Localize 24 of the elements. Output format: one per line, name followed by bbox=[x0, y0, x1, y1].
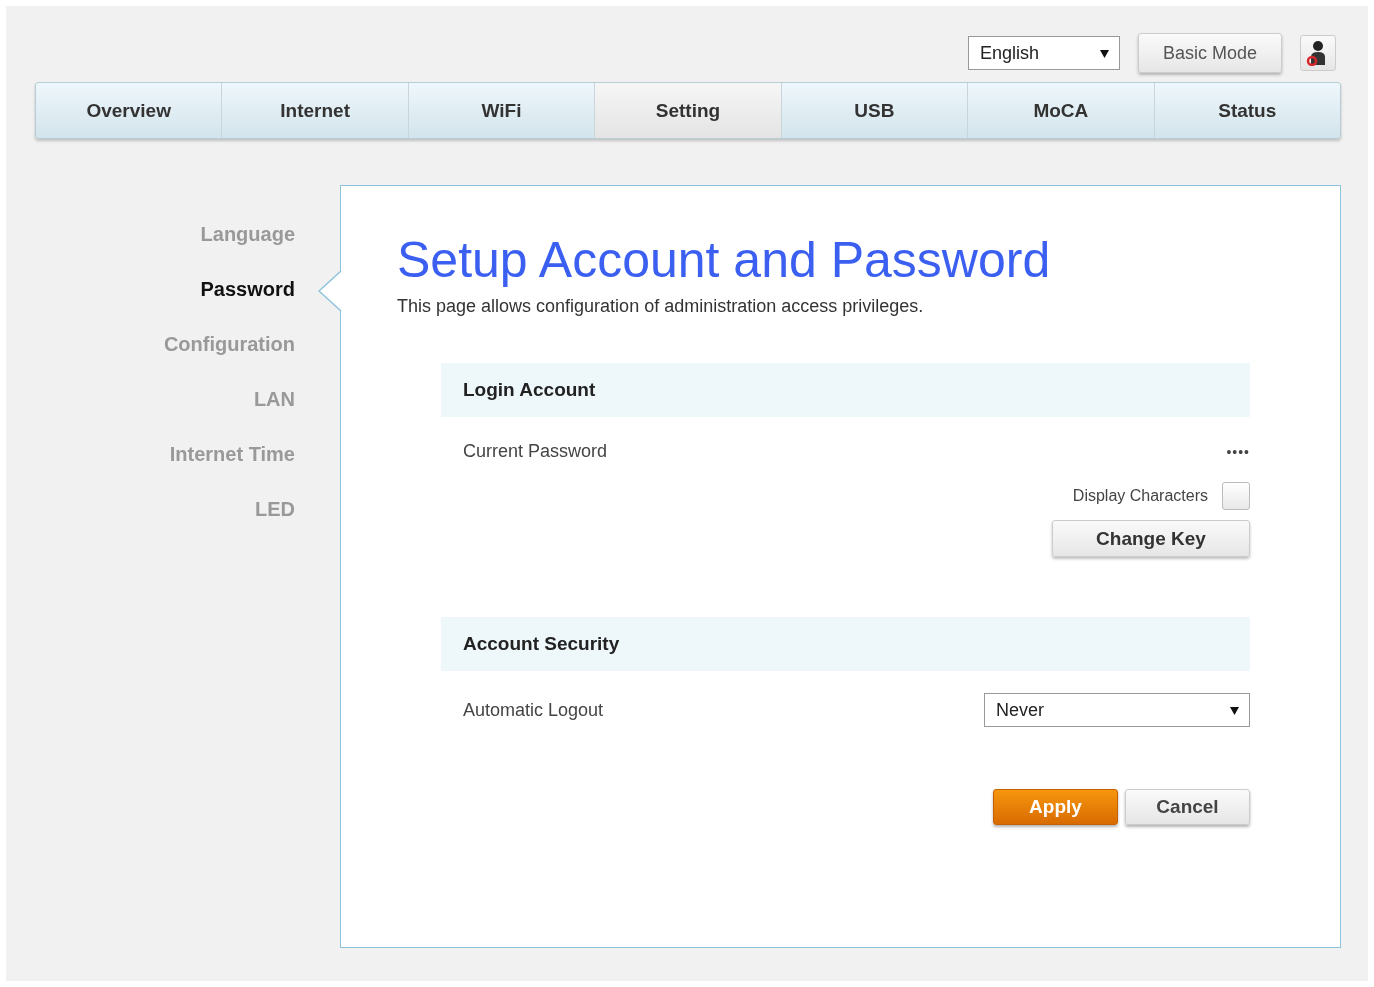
section-heading: Login Account bbox=[441, 363, 1250, 417]
sidebar-item[interactable]: Password bbox=[200, 278, 295, 303]
basic-mode-button[interactable]: Basic Mode bbox=[1138, 33, 1282, 73]
nav-tab[interactable]: MoCA bbox=[967, 83, 1154, 138]
cancel-button[interactable]: Cancel bbox=[1125, 789, 1250, 825]
field-label: Current Password bbox=[463, 441, 608, 462]
language-select[interactable]: English bbox=[968, 36, 1120, 70]
automatic-logout-select[interactable]: Never bbox=[984, 693, 1250, 727]
field-label: Automatic Logout bbox=[463, 699, 604, 721]
page-title: Setup Account and Password bbox=[397, 231, 1052, 290]
caret-icon bbox=[1100, 48, 1109, 58]
checkbox-label: Display Characters bbox=[1072, 487, 1208, 505]
nav-tab[interactable]: Overview bbox=[36, 83, 222, 138]
nav-tab[interactable]: Status bbox=[1153, 83, 1340, 138]
nav-tab[interactable]: USB bbox=[780, 83, 968, 138]
nav-tab[interactable]: Internet bbox=[221, 83, 408, 138]
password-value: •••• bbox=[1226, 443, 1250, 460]
page-description: This page allows configuration of administration access privileges. bbox=[397, 296, 925, 317]
section-heading: Account Security bbox=[441, 617, 1250, 671]
caret-icon bbox=[1230, 705, 1239, 715]
display-characters-checkbox[interactable] bbox=[1222, 482, 1250, 510]
user-button[interactable] bbox=[1300, 35, 1336, 71]
change-key-button[interactable]: Change Key bbox=[1052, 520, 1250, 557]
nav-tab[interactable]: Setting bbox=[594, 83, 781, 138]
